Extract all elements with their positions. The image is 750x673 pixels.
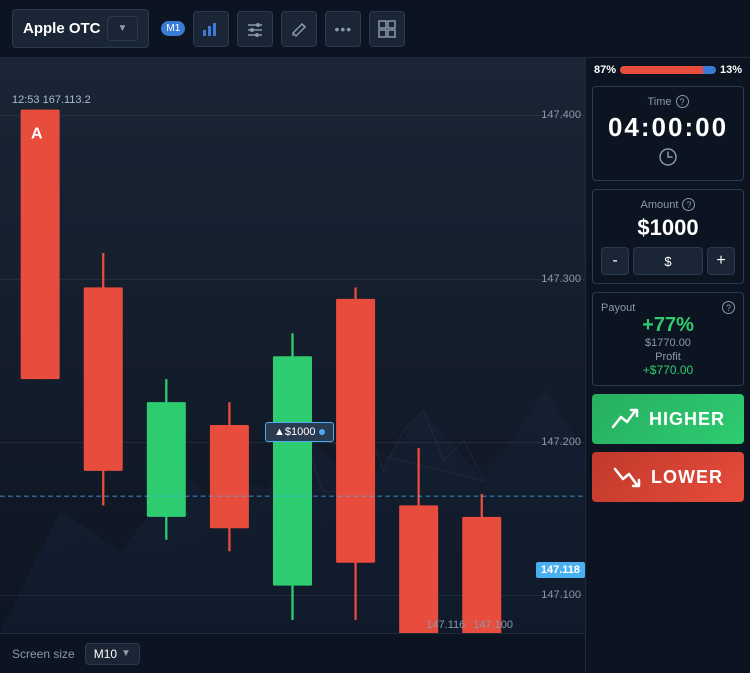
bottom-price-2: 147.100: [473, 619, 513, 631]
time-section-title: Time ?: [601, 95, 735, 108]
screen-size-value: M10: [94, 647, 117, 661]
lower-button[interactable]: LOWER: [592, 452, 744, 502]
trade-marker-text: ▲$1000: [274, 426, 315, 438]
progress-right-pct: 13%: [720, 64, 742, 76]
progress-fill-right: [703, 66, 715, 74]
payout-profit-label: Profit: [601, 351, 735, 363]
lower-icon: [613, 463, 641, 491]
time-info-icon[interactable]: ?: [676, 95, 689, 108]
bottom-price-1: 147.116: [426, 619, 465, 631]
layout-icon: [378, 20, 396, 38]
amount-section-title: Amount ?: [601, 198, 735, 211]
bar-chart-icon: [202, 20, 220, 38]
layout-btn[interactable]: [369, 11, 405, 47]
progress-left-pct: 87%: [594, 64, 616, 76]
svg-text:A: A: [31, 124, 43, 142]
sliders-icon: [246, 20, 264, 38]
amount-controls: - $ +: [601, 247, 735, 275]
amount-plus-btn[interactable]: +: [707, 247, 735, 275]
settings-btn[interactable]: [237, 11, 273, 47]
asset-name: Apple OTC: [23, 20, 101, 37]
bottom-prices: 147.116 147.100: [426, 619, 513, 631]
time-label: Time: [647, 96, 671, 108]
payout-percentage: +77%: [601, 314, 735, 337]
payout-profit-value: +$770.00: [601, 363, 735, 377]
current-price-tag: 147.118: [536, 562, 585, 578]
draw-btn[interactable]: [281, 11, 317, 47]
payout-amount: $1770.00: [601, 337, 735, 349]
pencil-icon: [290, 20, 308, 38]
lower-label: LOWER: [651, 467, 723, 488]
higher-icon: [611, 405, 639, 433]
higher-label: HIGHER: [649, 409, 725, 430]
amount-minus-btn[interactable]: -: [601, 247, 629, 275]
bottom-bar: Screen size M10 ▼: [0, 633, 585, 673]
right-panel: 87% 13% Time ? 04:00:00: [585, 58, 750, 673]
timeframe-badge[interactable]: M1: [161, 21, 185, 36]
amount-display: $1000: [601, 215, 735, 241]
asset-selector[interactable]: Apple OTC ▼: [12, 9, 149, 48]
progress-fill-left: [620, 66, 703, 74]
amount-label: Amount: [641, 199, 679, 211]
progress-bar-area: 87% 13%: [586, 58, 750, 82]
trade-marker: ▲$1000: [265, 422, 334, 442]
payout-title: Payout: [601, 302, 635, 314]
amount-info-icon[interactable]: ?: [682, 198, 695, 211]
asset-arrow: ▼: [107, 16, 139, 41]
chart-type-btn[interactable]: [193, 11, 229, 47]
more-btn[interactable]: •••: [325, 11, 361, 47]
payout-row: Payout ?: [601, 301, 735, 314]
top-bar: Apple OTC ▼ M1 •••: [0, 0, 750, 58]
screen-size-label: Screen size: [12, 647, 75, 661]
time-section: Time ? 04:00:00: [592, 86, 744, 181]
progress-bar: [620, 66, 716, 74]
screen-size-selector[interactable]: M10 ▼: [85, 643, 140, 665]
more-icon: •••: [334, 21, 352, 37]
payout-info-icon[interactable]: ?: [722, 301, 735, 314]
currency-btn[interactable]: $: [633, 247, 703, 275]
screen-size-arrow: ▼: [121, 648, 131, 659]
clock-icon: [601, 147, 735, 172]
trade-dot: [319, 429, 325, 435]
payout-section: Payout ? +77% $1770.00 Profit +$770.00: [592, 292, 744, 386]
amount-section: Amount ? $1000 - $ +: [592, 189, 744, 284]
main-layout: 12:53 167.113.2 147.400 147.300 147.200 …: [0, 58, 750, 673]
higher-button[interactable]: HIGHER: [592, 394, 744, 444]
current-price-value: 147.118: [541, 564, 580, 576]
chart-area[interactable]: 12:53 167.113.2 147.400 147.300 147.200 …: [0, 58, 585, 673]
time-display[interactable]: 04:00:00: [601, 112, 735, 143]
candlestick-chart: A: [0, 58, 585, 673]
